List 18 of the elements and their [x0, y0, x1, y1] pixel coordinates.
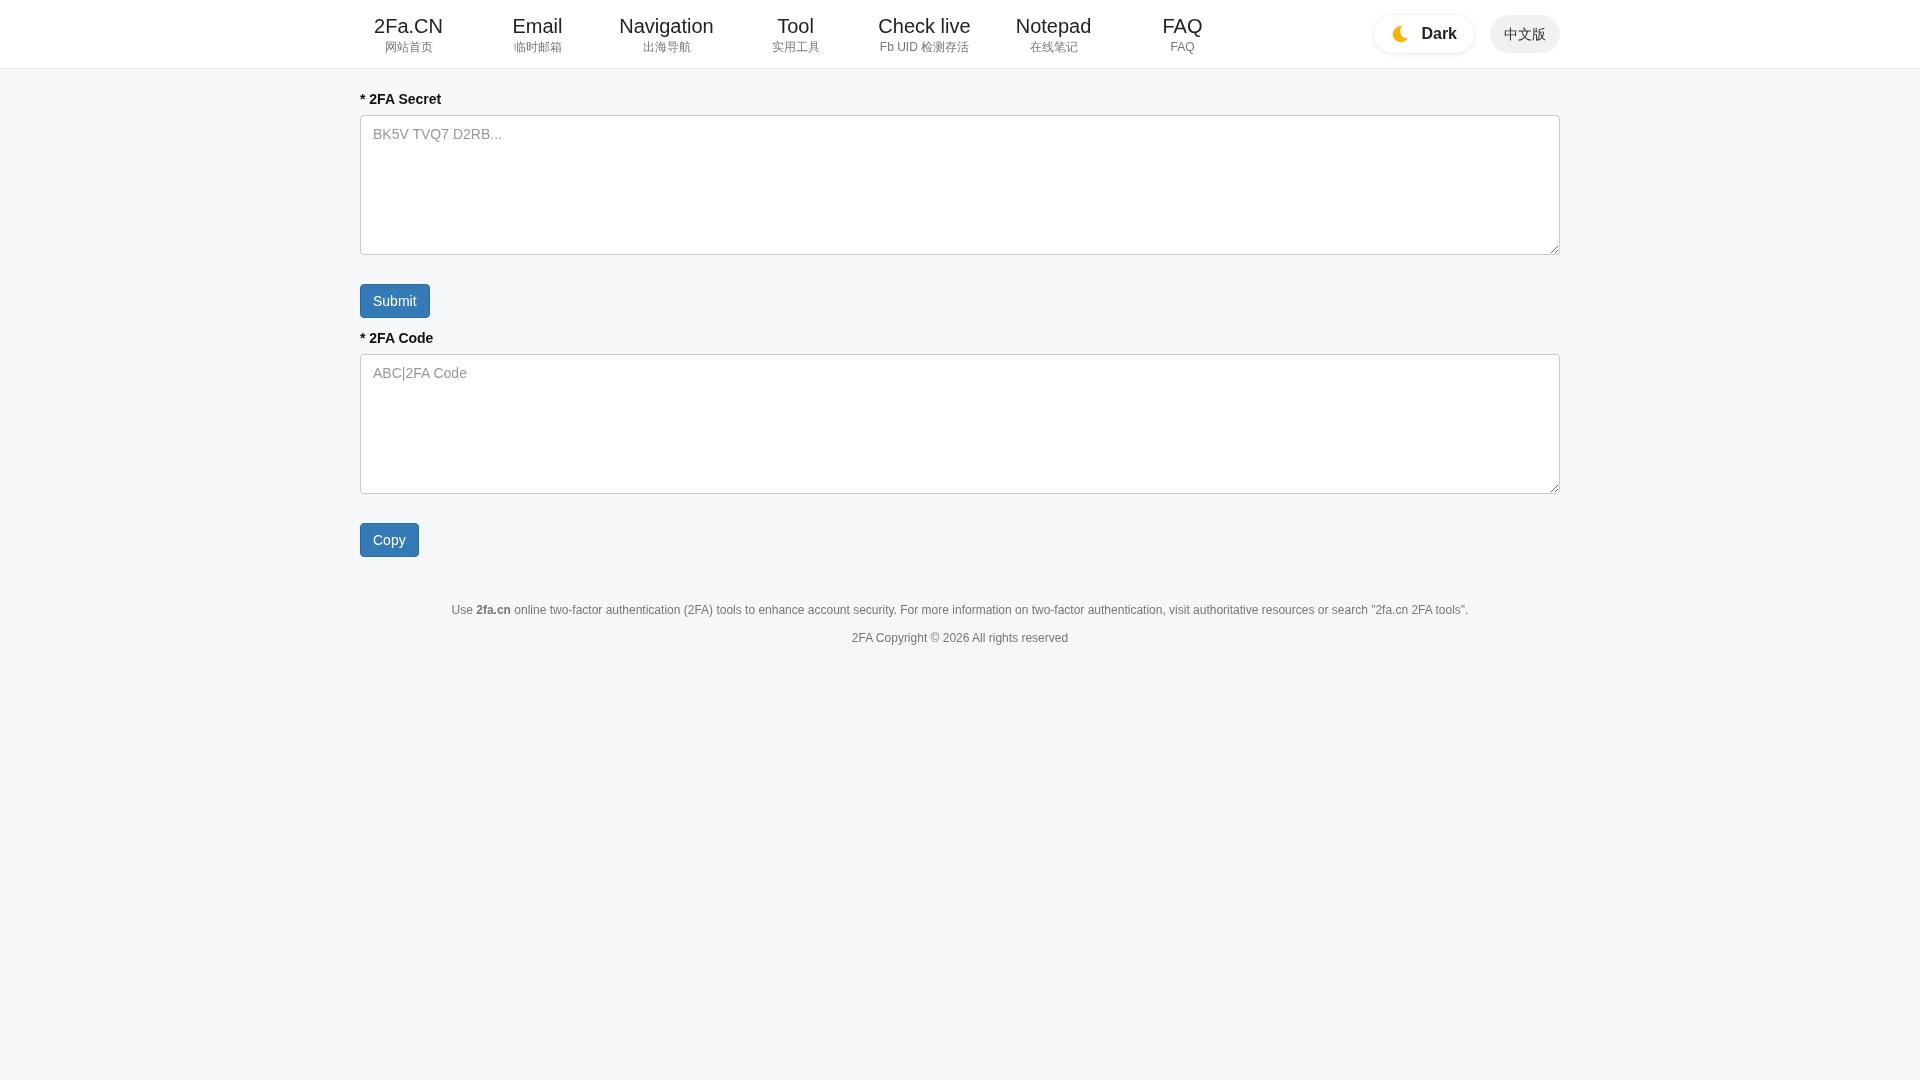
field-label: * 2FA Secret — [360, 90, 442, 109]
field-label: * 2FA Code — [360, 329, 434, 348]
nav-link[interactable]: Email 临时邮箱 — [473, 13, 602, 55]
action-button[interactable]: Copy — [360, 523, 419, 557]
nav-link[interactable]: FAQ FAQ — [1118, 13, 1247, 55]
language-button[interactable]: 中文版 — [1490, 15, 1560, 53]
footer-notice: Use 2fa.cn online two-factor authentication (2FA) tools to enhance account security. For more information on two-factor authentication, visit authoritative resources or search "2fa.cn 2FA tools". — [451, 602, 1469, 619]
nav-link[interactable]: Navigation 出海导航 — [602, 13, 731, 55]
nav-link[interactable]: Check live Fb UID 检测存活 — [860, 13, 989, 55]
theme-toggle-button[interactable]: Dark — [1374, 15, 1474, 53]
text-area[interactable]: ABC|2FA Code — [360, 354, 1560, 494]
nav-link[interactable]: Notepad 在线笔记 — [989, 13, 1118, 55]
text-area[interactable]: BK5V TVQ7 D2RB... — [360, 115, 1560, 255]
nav-link[interactable]: 2Fa.CN 网站首页 — [344, 13, 473, 55]
action-button[interactable]: Submit — [360, 284, 430, 318]
nav-link[interactable]: Tool 实用工具 — [731, 13, 860, 55]
moon-icon — [1391, 25, 1410, 43]
copyright-text: 2FA Copyright © 2026 All rights reserved — [851, 630, 1069, 647]
